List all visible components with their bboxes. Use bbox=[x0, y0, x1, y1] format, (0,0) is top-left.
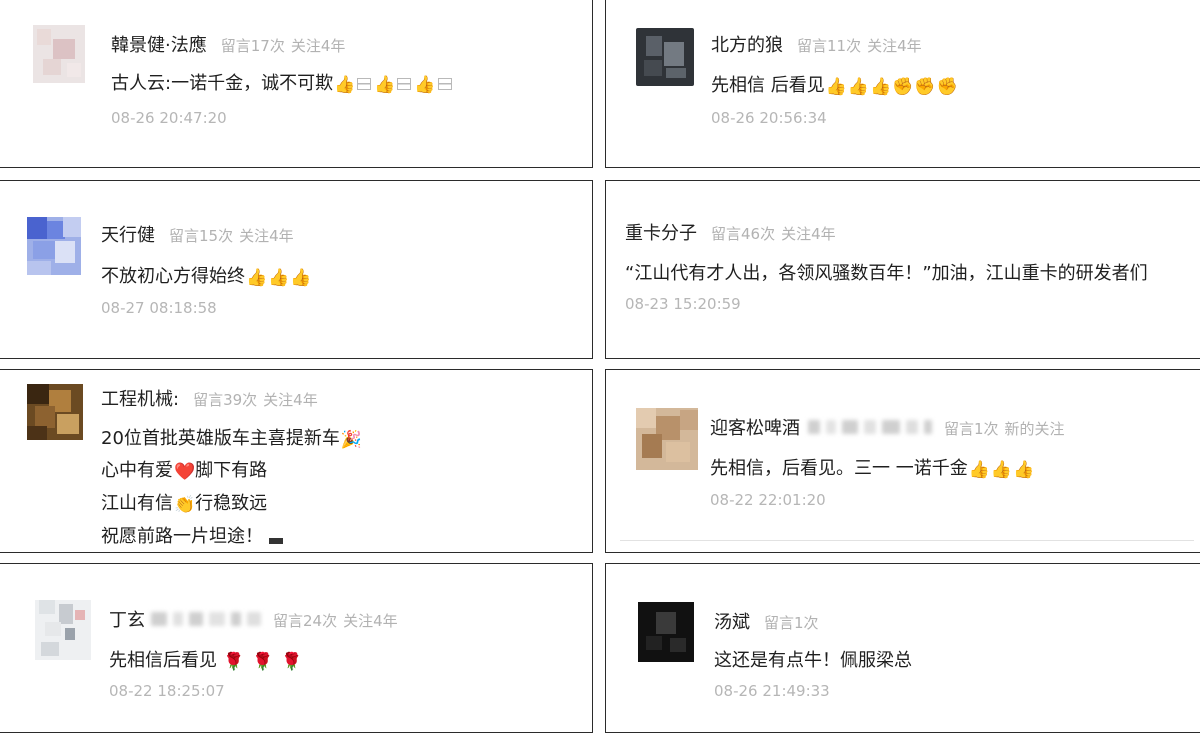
comment-card: 工程机械: 留言39次 关注4年 20位首批英雄版车主喜提新车🎉 心中有爱❤️脚下… bbox=[0, 369, 593, 553]
thumbs-up-icon: 👍 bbox=[414, 75, 436, 95]
user-stats: 留言39次 关注4年 bbox=[193, 391, 318, 409]
thumbs-up-icon: 👍 bbox=[847, 77, 870, 97]
comment-header: 汤斌 留言1次 bbox=[714, 608, 825, 634]
comment-text: 不放初心方得始终👍👍👍 bbox=[101, 266, 312, 288]
divider bbox=[620, 540, 1194, 541]
comment-text: 这还是有点牛！佩服梁总 bbox=[714, 650, 912, 671]
rose-icon: 🌹 bbox=[252, 652, 274, 672]
avatar[interactable] bbox=[35, 600, 91, 660]
comment-timestamp: 08-22 22:01:20 bbox=[710, 491, 826, 509]
comment-timestamp: 08-23 15:20:59 bbox=[625, 295, 741, 313]
missing-glyph-icon bbox=[357, 78, 372, 90]
missing-glyph-icon bbox=[437, 78, 452, 90]
thumbs-up-icon: 👍 bbox=[870, 77, 892, 97]
avatar[interactable] bbox=[27, 384, 83, 440]
comment-text: 先相信 后看见👍👍👍✊✊✊ bbox=[711, 75, 958, 97]
user-stats: 留言11次 关注4年 bbox=[797, 37, 922, 55]
comment-text: 心中有爱❤️脚下有路 bbox=[101, 460, 268, 482]
rose-icon: 🌹 bbox=[281, 652, 303, 672]
thumbs-up-icon: 👍 bbox=[268, 268, 290, 288]
comment-header: 丁玄 留言24次 关注4年 bbox=[109, 606, 398, 632]
comment-header: 重卡分子 留言46次 关注4年 bbox=[625, 219, 836, 245]
user-stats: 留言24次 关注4年 bbox=[273, 612, 398, 630]
missing-glyph-icon bbox=[397, 78, 412, 90]
clapping-hands-icon: 👏 bbox=[174, 495, 196, 515]
comment-card: 重卡分子 留言46次 关注4年 “江山代有才人出，各领风骚数百年！”加油，江山重卡… bbox=[605, 180, 1200, 359]
fist-icon: ✊ bbox=[892, 77, 914, 97]
thumbs-up-icon: 👍 bbox=[1013, 460, 1035, 480]
avatar[interactable] bbox=[638, 602, 694, 662]
username[interactable]: 迎客松啤酒 bbox=[710, 414, 800, 440]
username[interactable]: 汤斌 bbox=[714, 608, 750, 634]
heart-icon: ❤️ bbox=[174, 462, 196, 482]
comment-text: 江山有信👏行稳致远 bbox=[101, 493, 268, 515]
comment-card: 韓景健·法應 留言17次 关注4年 古人云:一诺千金，诚不可欺👍 👍 👍 08-26 … bbox=[0, 0, 593, 168]
thumbs-up-icon: 👍 bbox=[990, 460, 1013, 480]
fist-icon: ✊ bbox=[936, 77, 958, 97]
thumbs-up-icon: 👍 bbox=[825, 77, 847, 97]
comment-header: 工程机械: 留言39次 关注4年 bbox=[101, 385, 318, 411]
username[interactable]: 韓景健·法應 bbox=[111, 31, 207, 57]
username[interactable]: 丁玄 bbox=[109, 606, 145, 632]
comment-timestamp: 08-22 18:25:07 bbox=[109, 682, 225, 700]
comment-text: 祝愿前路一片坦途！ bbox=[101, 520, 283, 552]
username[interactable]: 重卡分子 bbox=[625, 219, 697, 245]
user-stats: 留言15次 关注4年 bbox=[169, 227, 294, 245]
comment-header: 韓景健·法應 留言17次 关注4年 bbox=[111, 31, 345, 57]
comment-header: 北方的狼 留言11次 关注4年 bbox=[711, 31, 922, 57]
avatar[interactable] bbox=[27, 217, 81, 275]
user-stats: 留言17次 关注4年 bbox=[220, 37, 346, 55]
comment-timestamp: 08-26 20:56:34 bbox=[711, 109, 827, 127]
obscured-name bbox=[151, 612, 261, 626]
thumbs-up-icon: 👍 bbox=[334, 75, 356, 95]
avatar[interactable] bbox=[636, 28, 694, 86]
comment-timestamp: 08-26 20:47:20 bbox=[111, 109, 227, 127]
party-popper-icon: 🎉 bbox=[340, 430, 363, 450]
comment-card: 汤斌 留言1次 这还是有点牛！佩服梁总 08-26 21:49:33 bbox=[605, 563, 1200, 733]
comment-text: 先相信后看见 🌹 🌹 🌹 bbox=[109, 650, 303, 672]
rose-icon: 🌹 bbox=[223, 652, 245, 672]
thumbs-up-icon: 👍 bbox=[968, 460, 990, 480]
comment-text: 古人云:一诺千金，诚不可欺👍 👍 👍 bbox=[111, 67, 454, 101]
obscured-name bbox=[808, 420, 932, 434]
comment-timestamp: 08-26 21:49:33 bbox=[714, 682, 830, 700]
comment-timestamp: 08-27 08:18:58 bbox=[101, 299, 217, 317]
username[interactable]: 天行健 bbox=[101, 221, 155, 247]
cut-emoji-icon bbox=[269, 538, 283, 544]
comment-text: 20位首批英雄版车主喜提新车🎉 bbox=[101, 428, 363, 450]
comment-text: 先相信，后看见。三一 一诺千金👍👍👍 bbox=[710, 458, 1035, 480]
comment-card: 丁玄 留言24次 关注4年 先相信后看见 🌹 🌹 🌹 08-22 18:25:07 bbox=[0, 563, 593, 733]
comment-header: 迎客松啤酒 留言1次 新的关注 bbox=[710, 414, 1065, 440]
thumbs-up-icon: 👍 bbox=[374, 75, 396, 95]
user-stats: 留言1次 新的关注 bbox=[944, 420, 1065, 438]
username[interactable]: 北方的狼 bbox=[711, 31, 783, 57]
comment-card: 北方的狼 留言11次 关注4年 先相信 后看见👍👍👍✊✊✊ 08-26 20:56… bbox=[605, 0, 1200, 168]
thumbs-up-icon: 👍 bbox=[290, 268, 312, 288]
user-stats: 留言46次 关注4年 bbox=[711, 225, 836, 243]
user-stats: 留言1次 bbox=[764, 614, 819, 632]
fist-icon: ✊ bbox=[914, 77, 936, 97]
comment-text: “江山代有才人出，各领风骚数百年！”加油，江山重卡的研发者们 bbox=[625, 263, 1148, 284]
comment-card: 迎客松啤酒 留言1次 新的关注 先相信，后看见。三一 一诺千金👍👍👍 08-22 … bbox=[605, 369, 1200, 553]
username[interactable]: 工程机械: bbox=[101, 385, 179, 411]
thumbs-up-icon: 👍 bbox=[246, 268, 268, 288]
comment-header: 天行健 留言15次 关注4年 bbox=[101, 221, 294, 247]
comment-card: 天行健 留言15次 关注4年 不放初心方得始终👍👍👍 08-27 08:18:58 bbox=[0, 180, 593, 359]
avatar[interactable] bbox=[33, 25, 85, 83]
avatar[interactable] bbox=[636, 408, 698, 470]
